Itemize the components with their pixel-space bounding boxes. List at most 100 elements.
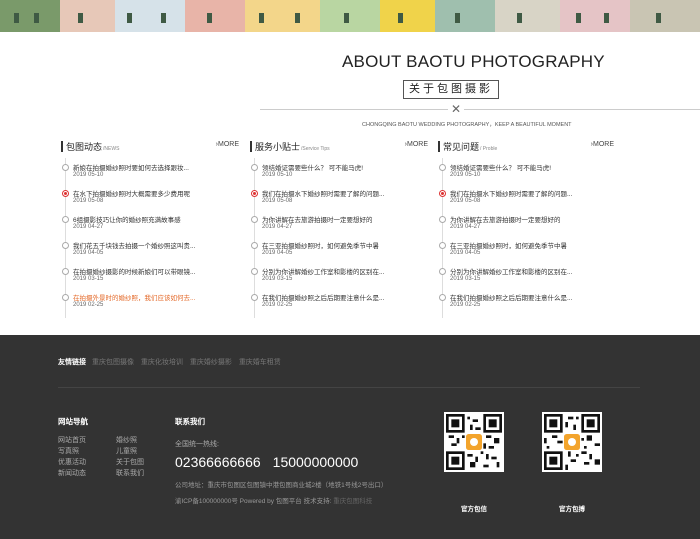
list-item[interactable]: 在拍摄外景时的婚纱照，我们应该如何去... 2019 02-25 bbox=[61, 291, 239, 315]
column-title-text: 常见问题 bbox=[443, 142, 480, 152]
list-item[interactable]: 在我们拍摄婚纱照之后后期要注意什么是... 2019 02-25 bbox=[250, 291, 428, 315]
nav-link[interactable]: 联系我们 bbox=[116, 468, 166, 478]
item-title[interactable]: 新娘在拍摄婚纱照时要如何去选择跟妆... bbox=[73, 162, 235, 172]
timeline-dot bbox=[439, 164, 446, 171]
qr-code-weibo bbox=[542, 412, 602, 472]
item-title[interactable]: 在我们拍摄婚纱照之后后期要注意什么是... bbox=[262, 292, 424, 302]
banner-image bbox=[0, 0, 700, 32]
item-title[interactable]: 在拍摄外景时的婚纱照，我们应该如何去... bbox=[73, 292, 235, 302]
item-title[interactable]: 领结婚证需要些什么？ 可不能马虎! bbox=[262, 162, 424, 172]
header-bar bbox=[61, 141, 63, 152]
qr-code-wechat bbox=[444, 412, 504, 472]
item-date: 2019 04-05 bbox=[262, 250, 293, 256]
item-date: 2019 02-25 bbox=[450, 302, 481, 308]
list-item[interactable]: 新娘在拍摄婚纱照时要如何去选择跟妆... 2019 05-10 bbox=[61, 161, 239, 185]
list-item[interactable]: 在拍摄婚纱摄影的时候新娘们可以带眼镜... 2019 03-15 bbox=[61, 265, 239, 289]
timeline-dot bbox=[251, 268, 258, 275]
more-link[interactable]: ›MORE bbox=[216, 141, 239, 148]
item-date: 2019 05-10 bbox=[450, 172, 481, 178]
tech-support-link[interactable]: 重庆包图科技 bbox=[333, 498, 372, 505]
item-title[interactable]: 我们在拍摄水下婚纱照时需要了解的问题... bbox=[262, 188, 424, 198]
about-subtitle: 关于包图摄影 bbox=[403, 80, 499, 99]
item-title[interactable]: 我们花五千块钱去拍摄一个婚纱照这叫贵... bbox=[73, 240, 235, 250]
friend-link[interactable]: 重庆婚车租赁 bbox=[239, 359, 281, 366]
item-date: 2019 04-05 bbox=[73, 250, 104, 256]
column-title-text: 服务小贴士 bbox=[255, 142, 301, 152]
list-item[interactable]: 在水下拍摄婚纱照时大概需要多少费用呢 2019 05-08 bbox=[61, 187, 239, 211]
list-item[interactable]: 我们花五千块钱去拍摄一个婚纱照这叫贵... 2019 04-05 bbox=[61, 239, 239, 263]
friend-link[interactable]: 重庆婚纱摄影 bbox=[190, 359, 232, 366]
more-link-label: MORE bbox=[218, 141, 239, 148]
timeline-dot bbox=[439, 268, 446, 275]
about-tagline: CHONGQING BAOTU WEDDING PHOTOGRAPHY，KEEP… bbox=[362, 122, 572, 128]
list-item[interactable]: 分别为你讲解婚纱工作室和影楼的区别在... 2019 03-15 bbox=[438, 265, 616, 289]
header-bar bbox=[250, 141, 252, 152]
list-item[interactable]: 为你讲解在去旅游拍摄时一定要想好的 2019 04-27 bbox=[250, 213, 428, 237]
list-item[interactable]: 我们在拍摄水下婚纱照时需要了解的问题... 2019 05-08 bbox=[438, 187, 616, 211]
list-item[interactable]: 6组摄影技巧让你的婚纱照充满故事感 2019 04-27 bbox=[61, 213, 239, 237]
timeline-dot bbox=[251, 216, 258, 223]
friend-links: 友情链接 重庆包图摄像 重庆化妆培训 重庆婚纱摄影 重庆婚车租赁 bbox=[58, 357, 286, 367]
more-link[interactable]: ›MORE bbox=[405, 141, 428, 148]
nav-link[interactable]: 关于包图 bbox=[116, 457, 166, 467]
item-title[interactable]: 在水下拍摄婚纱照时大概需要多少费用呢 bbox=[73, 188, 235, 198]
nav-link[interactable]: 写真照 bbox=[58, 446, 116, 456]
tips-column: 服务小贴士/Service Tips ›MORE 领结婚证需要些什么？ 可不能马… bbox=[250, 140, 428, 318]
nav-link[interactable]: 优惠活动 bbox=[58, 457, 116, 467]
item-title[interactable]: 领结婚证需要些什么？ 可不能马虎! bbox=[450, 162, 612, 172]
item-title[interactable]: 我们在拍摄水下婚纱照时需要了解的问题... bbox=[450, 188, 612, 198]
more-link-label: MORE bbox=[593, 141, 614, 148]
list-item[interactable]: 在三亚拍摄婚纱照时，如何避免季节中暑 2019 04-05 bbox=[438, 239, 616, 263]
more-link[interactable]: ›MORE bbox=[591, 141, 614, 148]
phone-numbers: 02366666666 15000000000 bbox=[175, 454, 358, 470]
item-title[interactable]: 在我们拍摄婚纱照之后后期要注意什么是... bbox=[450, 292, 612, 302]
list-item[interactable]: 在我们拍摄婚纱照之后后期要注意什么是... 2019 02-25 bbox=[438, 291, 616, 315]
column-title: 包图动态/NEWS bbox=[66, 140, 119, 153]
hotline-label: 全国统一热线: bbox=[175, 441, 219, 448]
nav-link[interactable]: 儿童照 bbox=[116, 446, 166, 456]
item-date: 2019 02-25 bbox=[262, 302, 293, 308]
item-title[interactable]: 在拍摄婚纱摄影的时候新娘们可以带眼镜... bbox=[73, 266, 235, 276]
item-title[interactable]: 在三亚拍摄婚纱照时，如何避免季节中暑 bbox=[262, 240, 424, 250]
icp-info: 渝ICP备100000000号 Powered by 包图平台 技术支持: 重庆… bbox=[175, 495, 372, 505]
column-title: 常见问题/ Proble bbox=[443, 140, 497, 153]
timeline-dot-active bbox=[62, 190, 69, 197]
friend-links-label: 友情链接 bbox=[58, 359, 86, 366]
item-date: 2019 05-10 bbox=[73, 172, 104, 178]
item-date: 2019 05-08 bbox=[73, 198, 104, 204]
about-title: ABOUT BAOTU PHOTOGRAPHY bbox=[342, 52, 605, 71]
footer-divider bbox=[58, 387, 640, 388]
timeline-dot bbox=[62, 164, 69, 171]
column-title-en: /NEWS bbox=[103, 146, 120, 152]
friend-link[interactable]: 重庆化妆培训 bbox=[141, 359, 183, 366]
list-item[interactable]: 领结婚证需要些什么？ 可不能马虎! 2019 05-10 bbox=[250, 161, 428, 185]
item-date: 2019 04-27 bbox=[450, 224, 481, 230]
qr-code-icon bbox=[544, 414, 600, 470]
faq-column: 常见问题/ Proble ›MORE 领结婚证需要些什么？ 可不能马虎! 2019… bbox=[438, 140, 614, 318]
column-header: 常见问题/ Proble ›MORE bbox=[438, 140, 614, 154]
nav-link[interactable]: 新闻动态 bbox=[58, 468, 116, 478]
list-item[interactable]: 分别为你讲解婚纱工作室和影楼的区别在... 2019 03-15 bbox=[250, 265, 428, 289]
column-title-text: 包图动态 bbox=[66, 142, 103, 152]
list-item[interactable]: 为你讲解在去旅游拍摄时一定要想好的 2019 04-27 bbox=[438, 213, 616, 237]
item-title[interactable]: 为你讲解在去旅游拍摄时一定要想好的 bbox=[262, 214, 424, 224]
list-item[interactable]: 领结婚证需要些什么？ 可不能马虎! 2019 05-10 bbox=[438, 161, 616, 185]
list-item[interactable]: 我们在拍摄水下婚纱照时需要了解的问题... 2019 05-08 bbox=[250, 187, 428, 211]
list-item[interactable]: 在三亚拍摄婚纱照时，如何避免季节中暑 2019 04-05 bbox=[250, 239, 428, 263]
item-title[interactable]: 为你讲解在去旅游拍摄时一定要想好的 bbox=[450, 214, 612, 224]
item-title[interactable]: 分别为你讲解婚纱工作室和影楼的区别在... bbox=[262, 266, 424, 276]
contact-title: 联系我们 bbox=[175, 417, 205, 426]
nav-link[interactable]: 婚纱照 bbox=[116, 435, 166, 445]
item-title[interactable]: 分别为你讲解婚纱工作室和影楼的区别在... bbox=[450, 266, 612, 276]
nav-link[interactable]: 网站首页 bbox=[58, 435, 116, 445]
timeline-dot bbox=[439, 294, 446, 301]
item-date: 2019 02-25 bbox=[73, 302, 104, 308]
company-address: 公司地址：重庆市包图区包图镇中港包图商业城2楼（地铁1号线2号出口） bbox=[175, 482, 388, 489]
item-title[interactable]: 在三亚拍摄婚纱照时，如何避免季节中暑 bbox=[450, 240, 612, 250]
column-title-en: /Service Tips bbox=[301, 146, 330, 152]
qr-label: 官方包信 bbox=[461, 506, 487, 513]
item-title[interactable]: 6组摄影技巧让你的婚纱照充满故事感 bbox=[73, 214, 235, 224]
column-header: 服务小贴士/Service Tips ›MORE bbox=[250, 140, 428, 154]
timeline-dot bbox=[62, 294, 69, 301]
friend-link[interactable]: 重庆包图摄像 bbox=[92, 359, 134, 366]
